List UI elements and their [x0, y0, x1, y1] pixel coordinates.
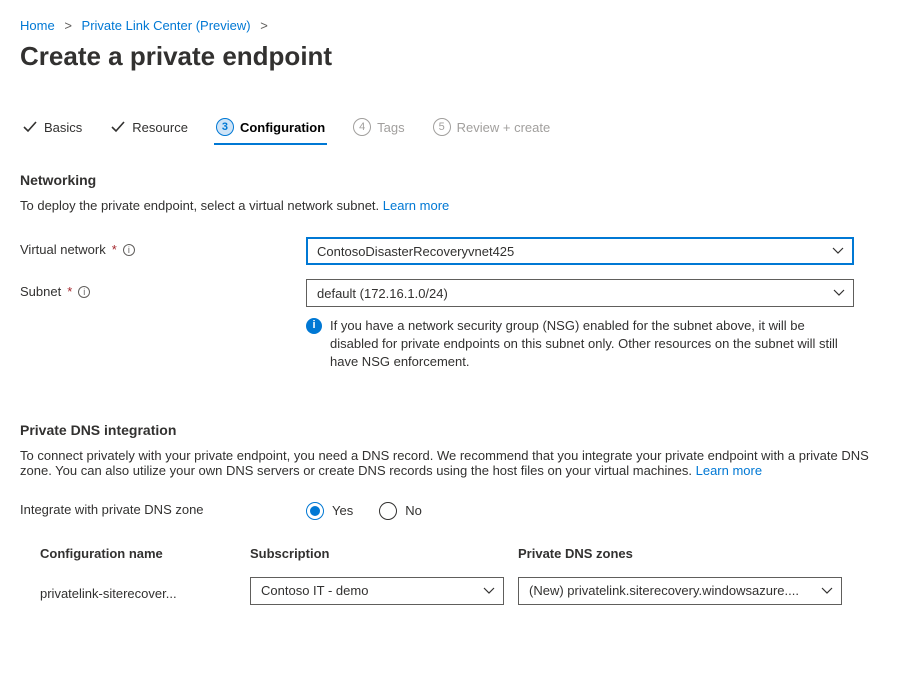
nsg-note: i If you have a network security group (…: [306, 317, 854, 372]
dns-zone-select[interactable]: (New) privatelink.siterecovery.windowsaz…: [518, 577, 842, 605]
check-icon: [110, 119, 126, 135]
table-row: privatelink-siterecover... Contoso IT - …: [40, 571, 878, 611]
breadcrumb: Home > Private Link Center (Preview) >: [20, 18, 878, 33]
chevron-right-icon: >: [64, 18, 72, 33]
step-number: 3: [216, 118, 234, 136]
virtual-network-select[interactable]: ContosoDisasterRecoveryvnet425: [306, 237, 854, 265]
chevron-down-icon: [821, 585, 833, 597]
step-number: 5: [433, 118, 451, 136]
subnet-select[interactable]: default (172.16.1.0/24): [306, 279, 854, 307]
info-icon[interactable]: i: [123, 244, 135, 256]
info-icon: i: [306, 318, 322, 334]
dns-heading: Private DNS integration: [20, 422, 878, 438]
config-name-value: privatelink-siterecover...: [40, 581, 236, 601]
breadcrumb-private-link-center[interactable]: Private Link Center (Preview): [82, 18, 251, 33]
tab-label: Tags: [377, 120, 404, 135]
subscription-select[interactable]: Contoso IT - demo: [250, 577, 504, 605]
radio-icon: [379, 502, 397, 520]
step-number: 4: [353, 118, 371, 136]
tab-resource[interactable]: Resource: [108, 115, 190, 143]
subnet-row: Subnet * i default (172.16.1.0/24) i If …: [20, 279, 878, 372]
required-indicator: *: [67, 284, 72, 299]
tab-configuration[interactable]: 3 Configuration: [214, 114, 327, 144]
col-dns-zones: Private DNS zones: [518, 546, 842, 561]
integrate-dns-yes[interactable]: Yes: [306, 502, 353, 520]
virtual-network-row: Virtual network * i ContosoDisasterRecov…: [20, 237, 878, 265]
integrate-dns-label: Integrate with private DNS zone: [20, 502, 204, 517]
dns-config-table: Configuration name Subscription Private …: [40, 546, 878, 611]
tab-review-create: 5 Review + create: [431, 114, 553, 144]
tab-label: Basics: [44, 120, 82, 135]
col-subscription: Subscription: [250, 546, 504, 561]
dns-description: To connect privately with your private e…: [20, 448, 878, 478]
networking-heading: Networking: [20, 172, 878, 188]
required-indicator: *: [112, 242, 117, 257]
integrate-dns-no[interactable]: No: [379, 502, 422, 520]
chevron-down-icon: [483, 585, 495, 597]
radio-icon: [306, 502, 324, 520]
tab-basics[interactable]: Basics: [20, 115, 84, 143]
info-icon[interactable]: i: [78, 286, 90, 298]
networking-description: To deploy the private endpoint, select a…: [20, 198, 878, 213]
virtual-network-label: Virtual network: [20, 242, 106, 257]
col-config-name: Configuration name: [40, 546, 236, 561]
check-icon: [22, 119, 38, 135]
chevron-down-icon: [833, 287, 845, 299]
subnet-label: Subnet: [20, 284, 61, 299]
chevron-right-icon: >: [260, 18, 268, 33]
learn-more-networking[interactable]: Learn more: [383, 198, 449, 213]
breadcrumb-home[interactable]: Home: [20, 18, 55, 33]
page-title: Create a private endpoint: [20, 41, 878, 72]
tab-label: Resource: [132, 120, 188, 135]
learn-more-dns[interactable]: Learn more: [696, 463, 762, 478]
tab-label: Review + create: [457, 120, 551, 135]
tab-tags: 4 Tags: [351, 114, 406, 144]
tab-label: Configuration: [240, 120, 325, 135]
integrate-dns-row: Integrate with private DNS zone Yes No: [20, 502, 878, 520]
chevron-down-icon: [832, 245, 844, 257]
wizard-tabs: Basics Resource 3 Configuration 4 Tags 5…: [20, 114, 878, 144]
